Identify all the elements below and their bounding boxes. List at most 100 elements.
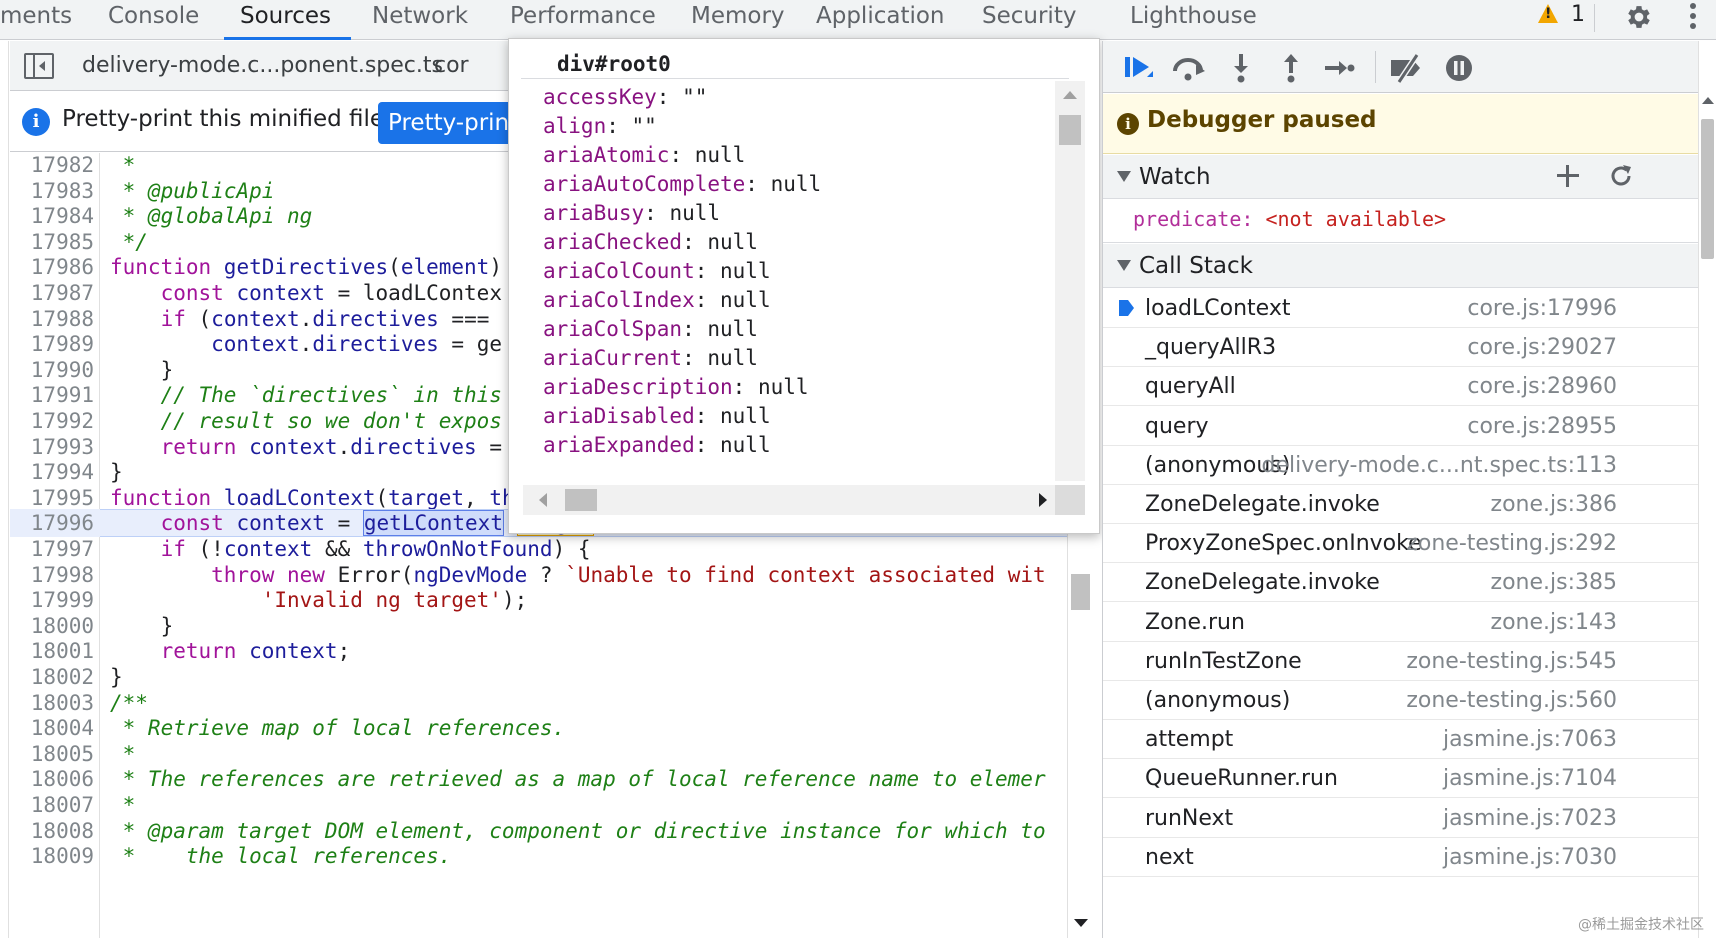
scroll-up-arrow-icon[interactable] bbox=[1702, 97, 1714, 104]
tab-application[interactable]: Application bbox=[816, 0, 945, 40]
property-row[interactable]: ariaColCount: null bbox=[543, 256, 771, 286]
scroll-down-arrow-icon[interactable] bbox=[1074, 919, 1088, 927]
frame-location-link[interactable]: jasmine.js:7030 bbox=[1443, 845, 1617, 870]
call-frame[interactable]: (anonymous) delivery-mode.c...nt.spec.ts:… bbox=[1103, 446, 1698, 485]
frame-location-link[interactable]: core.js:17996 bbox=[1467, 296, 1617, 321]
line-number[interactable]: 17998 bbox=[18, 561, 94, 589]
frame-location-link[interactable]: zone.js:386 bbox=[1491, 492, 1617, 517]
add-watch-icon[interactable] bbox=[1555, 163, 1581, 189]
call-frame[interactable]: next jasmine.js:7030 bbox=[1103, 838, 1698, 877]
tab-performance[interactable]: Performance bbox=[510, 0, 656, 40]
frame-location-link[interactable]: jasmine.js:7023 bbox=[1443, 806, 1617, 831]
file-tab-spec[interactable]: delivery-mode.c...ponent.spec.ts bbox=[82, 41, 443, 91]
step-icon[interactable] bbox=[1319, 51, 1359, 85]
sidebar-scrollbar[interactable] bbox=[1698, 41, 1716, 938]
line-number[interactable]: 17993 bbox=[18, 433, 94, 461]
property-row[interactable]: ariaChecked: null bbox=[543, 227, 758, 257]
call-frame[interactable]: query core.js:28955 bbox=[1103, 407, 1698, 446]
property-row[interactable]: ariaCurrent: null bbox=[543, 343, 758, 373]
refresh-watch-icon[interactable] bbox=[1607, 162, 1635, 190]
tab-console[interactable]: Console bbox=[108, 0, 199, 40]
line-number[interactable]: 18003 bbox=[18, 689, 94, 717]
call-frame[interactable]: (anonymous) zone-testing.js:560 bbox=[1103, 681, 1698, 720]
popover-vertical-scrollbar[interactable] bbox=[1055, 81, 1085, 515]
file-tab-core[interactable]: cor bbox=[434, 41, 469, 91]
line-number[interactable]: 17996 bbox=[18, 509, 94, 537]
line-number[interactable]: 17987 bbox=[18, 279, 94, 307]
property-row[interactable]: ariaColIndex: null bbox=[543, 285, 771, 315]
popover-property-list[interactable]: accessKey: "" align: "" ariaAtomic: null ar… bbox=[509, 81, 1057, 526]
call-frame[interactable]: QueueRunner.run jasmine.js:7104 bbox=[1103, 759, 1698, 799]
line-number[interactable]: 17991 bbox=[18, 381, 94, 409]
property-row[interactable]: ariaDescription: null bbox=[543, 372, 809, 402]
tab-network[interactable]: Network bbox=[372, 0, 468, 40]
call-stack-section-header[interactable]: Call Stack bbox=[1103, 244, 1698, 288]
watch-expression-row[interactable]: predicate: <not available> bbox=[1103, 199, 1698, 243]
frame-location-link[interactable]: jasmine.js:7063 bbox=[1443, 727, 1617, 752]
scroll-up-arrow-icon[interactable] bbox=[1063, 91, 1077, 99]
sidebar-scrollbar-thumb[interactable] bbox=[1701, 119, 1714, 259]
frame-location-link[interactable]: zone.js:143 bbox=[1491, 610, 1617, 635]
property-row[interactable]: ariaColSpan: null bbox=[543, 314, 758, 344]
frame-location-link[interactable]: core.js:29027 bbox=[1467, 335, 1617, 360]
line-number[interactable]: 17999 bbox=[18, 586, 94, 614]
editor-scrollbar-thumb[interactable] bbox=[1071, 574, 1090, 610]
call-frame[interactable]: Zone.run zone.js:143 bbox=[1103, 603, 1698, 642]
line-number[interactable]: 18009 bbox=[18, 842, 94, 870]
scroll-left-arrow-icon[interactable] bbox=[539, 493, 547, 507]
more-options-icon[interactable] bbox=[1689, 3, 1697, 33]
line-number[interactable]: 18007 bbox=[18, 791, 94, 819]
call-frame[interactable]: ZoneDelegate.invoke zone.js:386 bbox=[1103, 485, 1698, 524]
step-into-icon[interactable] bbox=[1221, 51, 1261, 85]
frame-location-link[interactable]: zone-testing.js:545 bbox=[1406, 649, 1617, 674]
warnings-counter[interactable]: 1 bbox=[1538, 2, 1585, 34]
call-frame[interactable]: attempt jasmine.js:7063 bbox=[1103, 720, 1698, 760]
frame-location-link[interactable]: zone-testing.js:560 bbox=[1406, 688, 1617, 713]
line-number[interactable]: 17994 bbox=[18, 458, 94, 486]
line-number[interactable]: 17989 bbox=[18, 330, 94, 358]
property-row[interactable]: ariaDisabled: null bbox=[543, 401, 771, 431]
scroll-right-arrow-icon[interactable] bbox=[1039, 493, 1047, 507]
tab-sources[interactable]: Sources bbox=[224, 0, 351, 40]
step-out-icon[interactable] bbox=[1271, 51, 1311, 85]
property-row[interactable]: ariaBusy: null bbox=[543, 198, 720, 228]
tab-security[interactable]: Security bbox=[982, 0, 1076, 40]
line-number[interactable]: 18002 bbox=[18, 663, 94, 691]
step-over-icon[interactable] bbox=[1169, 51, 1209, 85]
property-row[interactable]: ariaAutoComplete: null bbox=[543, 169, 821, 199]
line-number[interactable]: 17984 bbox=[18, 202, 94, 230]
line-number[interactable]: 17997 bbox=[18, 535, 94, 563]
line-number[interactable]: 17988 bbox=[18, 305, 94, 333]
line-number[interactable]: 17992 bbox=[18, 407, 94, 435]
call-frame[interactable]: ProxyZoneSpec.onInvoke zone-testing.js:29… bbox=[1103, 524, 1698, 564]
line-number[interactable]: 17985 bbox=[18, 228, 94, 256]
frame-location-link[interactable]: core.js:28960 bbox=[1467, 374, 1617, 399]
line-number[interactable]: 17986 bbox=[18, 253, 94, 281]
call-frame[interactable]: _queryAllR3 core.js:29027 bbox=[1103, 328, 1698, 368]
call-frame-current[interactable]: loadLContext core.js:17996 bbox=[1103, 289, 1698, 328]
watch-section-header[interactable]: Watch bbox=[1103, 155, 1698, 199]
line-number[interactable]: 17990 bbox=[18, 356, 94, 384]
property-row[interactable]: align: "" bbox=[543, 111, 657, 141]
deactivate-breakpoints-icon[interactable] bbox=[1387, 51, 1427, 85]
tab-lighthouse[interactable]: Lighthouse bbox=[1130, 0, 1257, 40]
resume-icon[interactable] bbox=[1121, 51, 1161, 85]
property-row[interactable]: ariaExpanded: null bbox=[543, 430, 771, 460]
line-number[interactable]: 17995 bbox=[18, 484, 94, 512]
property-row[interactable]: ariaAtomic: null bbox=[543, 140, 745, 170]
frame-location-link[interactable]: delivery-mode.c...nt.spec.ts:113 bbox=[1262, 453, 1617, 478]
popover-hscroll-thumb[interactable] bbox=[565, 489, 597, 511]
popover-scroll-thumb[interactable] bbox=[1059, 115, 1081, 145]
line-number[interactable]: 17983 bbox=[18, 177, 94, 205]
settings-gear-icon[interactable] bbox=[1624, 2, 1654, 32]
call-frame[interactable]: runInTestZone zone-testing.js:545 bbox=[1103, 642, 1698, 681]
frame-location-link[interactable]: zone.js:385 bbox=[1491, 570, 1617, 595]
tab-ments[interactable]: ments bbox=[0, 0, 72, 40]
pause-on-exceptions-icon[interactable] bbox=[1439, 51, 1479, 85]
line-number[interactable]: 18001 bbox=[18, 637, 94, 665]
line-number[interactable]: 18000 bbox=[18, 612, 94, 640]
line-number[interactable]: 17982 bbox=[18, 153, 94, 179]
line-number[interactable]: 18008 bbox=[18, 817, 94, 845]
call-frame[interactable]: runNext jasmine.js:7023 bbox=[1103, 799, 1698, 838]
frame-location-link[interactable]: jasmine.js:7104 bbox=[1443, 766, 1617, 791]
